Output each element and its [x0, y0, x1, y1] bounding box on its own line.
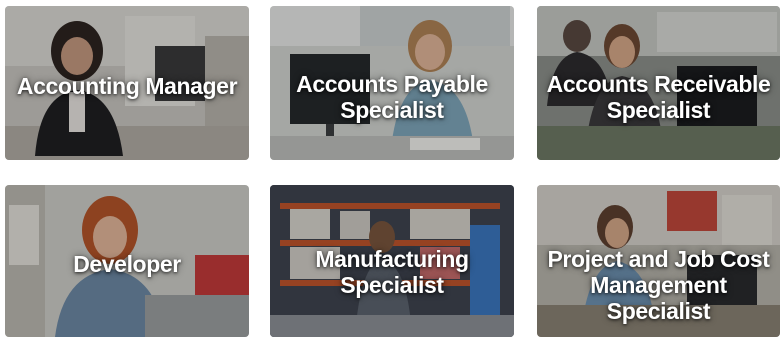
card-title: Project and Job Cost Management Speciali…	[547, 246, 770, 325]
card-manufacturing-specialist[interactable]: Manufacturing Specialist	[270, 185, 514, 337]
card-title: Accounts Receivable Specialist	[546, 70, 771, 123]
card-accounting-manager[interactable]: Accounting Manager	[5, 6, 249, 160]
card-project-job-cost-management-specialist[interactable]: Project and Job Cost Management Speciali…	[537, 185, 780, 337]
card-accounts-payable-specialist[interactable]: Accounts Payable Specialist	[270, 6, 514, 160]
card-title: Developer	[73, 251, 181, 278]
job-role-grid: Accounting Manager Accounts Payable Spec…	[0, 0, 780, 337]
card-accounts-receivable-specialist[interactable]: Accounts Receivable Specialist	[537, 6, 780, 160]
card-title: Accounts Payable Specialist	[296, 70, 488, 123]
card-title: Accounting Manager	[16, 73, 238, 100]
card-developer[interactable]: Developer	[5, 185, 249, 337]
card-title: Manufacturing Specialist	[315, 245, 469, 298]
